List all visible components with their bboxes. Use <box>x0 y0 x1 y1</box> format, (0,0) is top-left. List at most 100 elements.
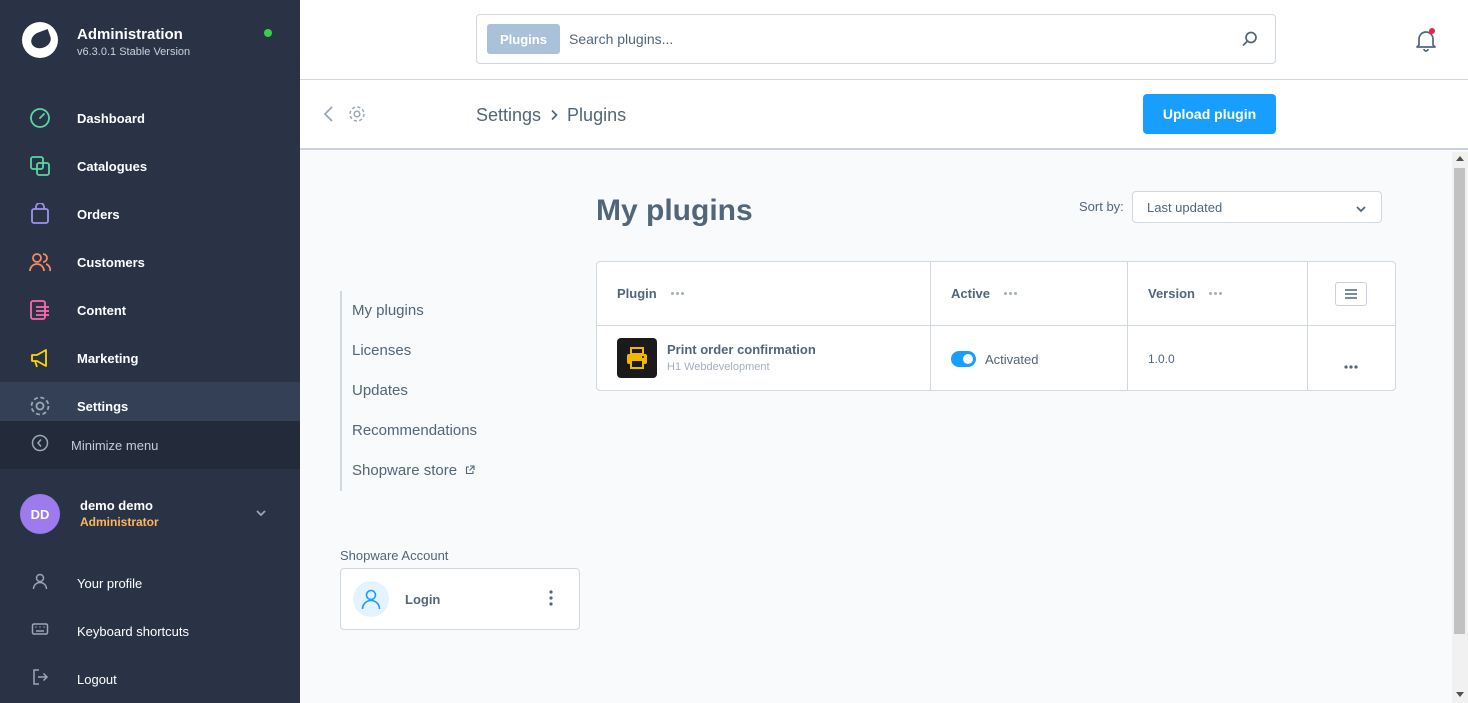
shopware-logo-icon <box>22 22 58 58</box>
grid-divider <box>597 325 1395 326</box>
user-menu[interactable]: DD demo demo Administrator <box>0 490 300 540</box>
logout-link[interactable]: Logout <box>0 655 300 703</box>
nav-item-content[interactable]: Content <box>0 286 300 334</box>
plugin-grid: Plugin Active Version Print order confir… <box>596 261 1396 391</box>
side-nav-label: Shopware store <box>352 462 458 479</box>
gear-icon <box>348 105 366 128</box>
breadcrumb: Settings Plugins <box>476 105 626 126</box>
scrollbar-thumb[interactable] <box>1454 168 1465 634</box>
list-icon <box>1345 289 1357 299</box>
footer-label: Keyboard shortcuts <box>77 623 190 639</box>
nav-item-orders[interactable]: Orders <box>0 190 300 238</box>
side-nav-updates[interactable]: Updates <box>352 382 408 399</box>
nav-label: Marketing <box>77 350 139 366</box>
column-header-plugin[interactable]: Plugin <box>617 286 684 301</box>
sort-value: Last updated <box>1147 200 1223 215</box>
nav-label: Orders <box>77 206 120 222</box>
column-options-icon[interactable] <box>1208 292 1222 295</box>
avatar: DD <box>20 494 60 534</box>
breadcrumb-current: Plugins <box>567 105 627 125</box>
nav-label: Catalogues <box>77 158 148 174</box>
page-title: My plugins <box>596 194 753 227</box>
scroll-down-arrow-icon[interactable] <box>1456 692 1464 697</box>
customers-icon <box>29 251 51 273</box>
footer-label: Logout <box>77 671 117 687</box>
plugin-vendor: H1 Webdevelopment <box>667 361 770 373</box>
profile-icon <box>31 572 49 595</box>
search-bar: Plugins <box>476 14 1276 64</box>
catalogue-icon <box>29 155 51 177</box>
status-dot-icon <box>264 29 272 37</box>
marketing-icon <box>29 347 51 369</box>
column-options-icon[interactable] <box>670 292 684 295</box>
scroll-up-arrow-icon[interactable] <box>1456 156 1464 161</box>
back-arrow-icon[interactable] <box>322 105 336 128</box>
nav-label: Settings <box>77 398 129 414</box>
side-nav-shopware-store[interactable]: Shopware store <box>352 462 475 479</box>
search-type-tag[interactable]: Plugins <box>487 24 560 54</box>
brand-title: Administration <box>77 26 183 43</box>
printer-icon <box>617 338 657 378</box>
upload-plugin-button[interactable]: Upload plugin <box>1143 94 1276 134</box>
scrollbar[interactable] <box>1452 152 1468 703</box>
chevron-right-icon <box>549 105 559 126</box>
nav-label: Content <box>77 302 127 318</box>
column-options-icon[interactable] <box>1004 292 1018 295</box>
logout-icon <box>31 668 49 691</box>
more-horizontal-icon[interactable] <box>1344 356 1358 374</box>
nav-item-catalogues[interactable]: Catalogues <box>0 142 300 190</box>
shopware-account-card: Login <box>340 568 580 630</box>
notification-badge <box>1429 28 1435 34</box>
brand-version: v6.3.0.1 Stable Version <box>77 46 191 58</box>
grid-divider <box>1307 262 1308 390</box>
column-header-version[interactable]: Version <box>1148 286 1222 301</box>
chevron-left-circle-icon <box>31 434 49 457</box>
smart-bar: Settings Plugins Upload plugin <box>300 80 1468 150</box>
nav-item-marketing[interactable]: Marketing <box>0 334 300 382</box>
plugin-active-toggle[interactable] <box>951 351 976 367</box>
search-input[interactable] <box>569 25 1209 53</box>
grid-divider <box>1127 262 1128 390</box>
minimize-menu-button[interactable]: Minimize menu <box>0 421 300 469</box>
account-login-link[interactable]: Login <box>405 592 440 607</box>
sort-select[interactable]: Last updated <box>1132 191 1382 223</box>
keyboard-icon <box>31 620 49 643</box>
top-bar: Plugins <box>300 0 1468 80</box>
user-icon <box>353 581 389 617</box>
side-nav-my-plugins[interactable]: My plugins <box>352 302 424 319</box>
column-header-active[interactable]: Active <box>951 286 1018 301</box>
user-role: Administrator <box>80 515 159 529</box>
side-nav-licenses[interactable]: Licenses <box>352 342 411 359</box>
column-settings-button[interactable] <box>1335 282 1367 306</box>
column-header-label: Version <box>1148 286 1195 301</box>
more-vertical-icon[interactable] <box>545 589 557 612</box>
column-header-label: Active <box>951 286 991 301</box>
chevron-down-icon[interactable] <box>254 506 268 525</box>
nav-label: Dashboard <box>77 110 145 126</box>
chevron-down-icon <box>1355 202 1367 220</box>
your-profile-link[interactable]: Your profile <box>0 559 300 607</box>
nav-item-dashboard[interactable]: Dashboard <box>0 94 300 142</box>
keyboard-shortcuts-link[interactable]: Keyboard shortcuts <box>0 607 300 655</box>
breadcrumb-parent[interactable]: Settings <box>476 105 541 126</box>
search-icon[interactable] <box>1241 30 1259 53</box>
minimize-label: Minimize menu <box>71 437 159 453</box>
grid-divider <box>930 262 931 390</box>
plugin-side-nav: My plugins Licenses Updates Recommendati… <box>340 291 477 491</box>
content-icon <box>29 299 51 321</box>
column-header-label: Plugin <box>617 286 657 301</box>
dashboard-icon <box>29 107 51 129</box>
brand-header: Administration v6.3.0.1 Stable Version <box>0 0 300 80</box>
nav-item-customers[interactable]: Customers <box>0 238 300 286</box>
settings-icon <box>29 395 51 417</box>
sidebar: Administration v6.3.0.1 Stable Version D… <box>0 0 300 703</box>
external-link-icon <box>465 462 475 479</box>
main-content: My plugins Licenses Updates Recommendati… <box>300 152 1452 703</box>
side-nav-recommendations[interactable]: Recommendations <box>352 422 477 439</box>
shopware-account-label: Shopware Account <box>340 548 449 563</box>
nav-label: Customers <box>77 254 145 270</box>
sort-label: Sort by: <box>1079 199 1124 214</box>
plugin-name[interactable]: Print order confirmation <box>667 342 816 357</box>
orders-icon <box>29 203 51 225</box>
user-name: demo demo <box>80 498 153 513</box>
